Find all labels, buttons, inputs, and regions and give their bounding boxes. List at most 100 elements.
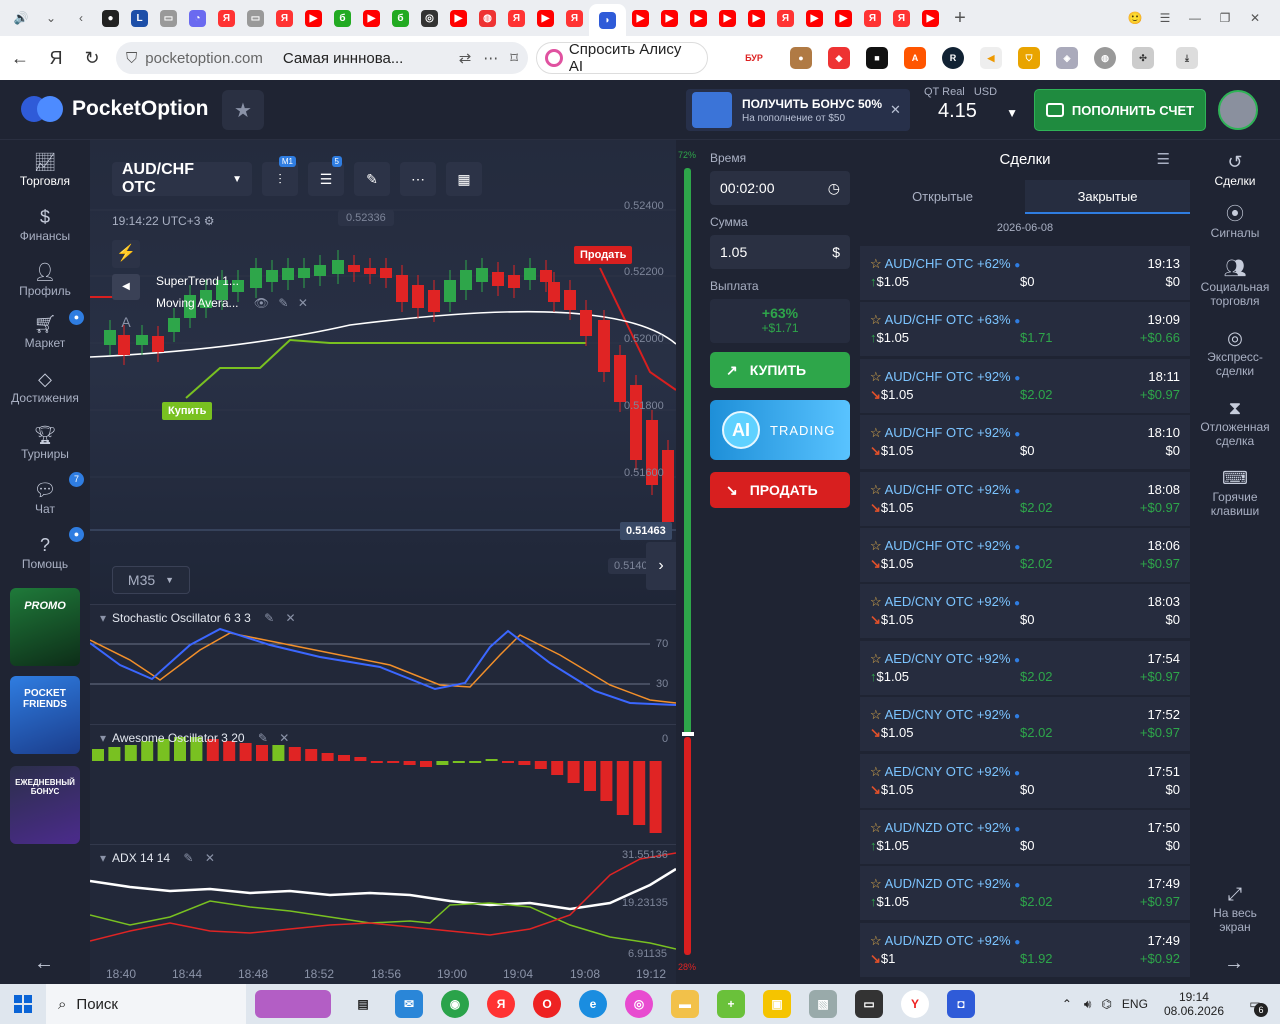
restore-icon[interactable]: ❐ [1214, 7, 1236, 29]
timeframe-selector[interactable]: M35 ▼ [112, 566, 190, 594]
youtube-icon[interactable]: ▶ [719, 9, 736, 27]
yandex-browser-icon[interactable]: Я [487, 990, 515, 1018]
trade-row[interactable]: ☆ AED/CNY OTC +92% ● 17:52 ↘$1.05 $2.02 +$0.… [860, 697, 1190, 752]
minimize-icon[interactable]: — [1184, 7, 1206, 29]
pencil-icon[interactable]: ✎ [183, 851, 193, 865]
url-field[interactable]: ⛉ pocketoption.com Самая инннова... ⇄ ⋯ … [116, 42, 528, 74]
nav-finance[interactable]: $ Финансы [0, 205, 90, 243]
tab-icon[interactable]: б [334, 9, 351, 27]
caret-down-icon[interactable]: ▾ [100, 731, 106, 745]
star-icon[interactable]: ☆ [870, 764, 882, 779]
yandex-icon[interactable]: Я [508, 9, 525, 27]
ext-puzzle-icon[interactable]: ✣ [1132, 47, 1154, 69]
trade-row[interactable]: ☆ AED/CNY OTC +92% ● 17:54 ↑$1.05 $2.02 +$0.… [860, 640, 1190, 695]
star-icon[interactable]: ☆ [870, 369, 882, 384]
drawing-button[interactable]: ✎ [354, 162, 390, 196]
trade-row[interactable]: ☆ AED/CNY OTC +92% ● 18:03 ↘$1.05 $0 $0 [860, 584, 1190, 639]
trade-row[interactable]: ☆ AUD/CHF OTC +92% ● 18:06 ↘$1.05 $2.02 +$0.… [860, 528, 1190, 582]
youtube-icon[interactable]: ▶ [632, 9, 649, 27]
caret-down-icon[interactable]: ▾ [100, 851, 106, 865]
indicators-button[interactable]: ☰ 5 [308, 156, 344, 196]
mail-icon[interactable]: ✉ [395, 990, 423, 1018]
star-icon[interactable]: ☆ [870, 594, 882, 609]
trade-row[interactable]: ☆ AED/CNY OTC +92% ● 17:51 ↘$1.05 $0 $0 [860, 753, 1190, 808]
edge-icon[interactable]: e [579, 990, 607, 1018]
opera-icon[interactable]: O [533, 990, 561, 1018]
volume-icon[interactable]: 🔊︎ [1084, 997, 1092, 1012]
yandex-icon[interactable]: Я [864, 9, 881, 27]
nav-profile[interactable]: 👤︎ Профиль [0, 260, 90, 298]
adx-panel[interactable]: ▾ ADX 14 14 ✎ ✕ 31.55136 19.23135 6.91135 [90, 844, 676, 964]
nav-pending[interactable]: ⧗ Отложенная сделка [1190, 396, 1280, 448]
price-chart[interactable]: AUD/CHF OTC ▼ ⫶ M1 ☰ 5 ✎ ⋯ ▦ 19:14:22 UTC+3… [90, 140, 676, 604]
task-view-icon[interactable]: ▤ [349, 990, 377, 1018]
pencil-icon[interactable]: ✎ [278, 296, 288, 310]
buy-button[interactable]: ↗ КУПИТЬ [710, 352, 850, 388]
star-icon[interactable]: ☆ [870, 933, 882, 948]
star-icon[interactable]: ☆ [870, 256, 882, 271]
tab-icon[interactable]: б [392, 9, 409, 27]
trade-row[interactable]: ☆ AUD/NZD OTC +92% ● 17:50 ↑$1.05 $0 $0 [860, 810, 1190, 864]
clock[interactable]: 19:14 08.06.2026 [1164, 990, 1224, 1018]
lc-icon[interactable]: L [131, 9, 148, 27]
back-tabs-icon[interactable]: ‹ [70, 7, 92, 29]
pair-selector[interactable]: AUD/CHF OTC ▼ [112, 161, 252, 196]
star-icon[interactable]: ☆ [870, 651, 882, 666]
language-indicator[interactable]: ENG [1122, 997, 1148, 1011]
list-icon[interactable]: ☰ [1157, 140, 1170, 180]
download-icon[interactable]: ⤓ [1176, 47, 1198, 69]
yandex-icon[interactable]: Я [777, 9, 794, 27]
tab-open[interactable]: Открытые [860, 180, 1025, 214]
trade-row[interactable]: ☆ AUD/CHF OTC +63% ● 19:09 ↑$1.05 $1.71 +$0.… [860, 302, 1190, 357]
yandex-logo-icon[interactable]: Я [40, 42, 72, 74]
remove-icon[interactable]: ✕ [205, 851, 215, 865]
indicator-supertrend[interactable]: SuperTrend 1... [156, 274, 239, 288]
avatar[interactable] [1218, 90, 1258, 130]
nav-express[interactable]: ◎ Экспресс-сделки [1190, 326, 1280, 378]
folder-icon[interactable]: ▬ [671, 990, 699, 1018]
youtube-icon[interactable]: ▶ [806, 9, 823, 27]
doc-icon[interactable]: ▭ [160, 9, 177, 27]
tab-icon[interactable]: ◎ [421, 9, 438, 27]
collapse-arrow-icon[interactable]: ← [34, 952, 54, 975]
doc-icon[interactable]: ▭ [247, 9, 264, 27]
nav-social[interactable]: 👥︎ Социальная торговля [1190, 256, 1280, 308]
tab-icon[interactable]: ◍ [479, 9, 496, 27]
ext-shield-icon[interactable]: ⛉ [1018, 47, 1040, 69]
trade-row[interactable]: ☆ AUD/CHF OTC +92% ● 18:11 ↘$1.05 $2.02 +$0.… [860, 358, 1190, 413]
youtube-icon[interactable]: ▶ [835, 9, 852, 27]
ext-black-icon[interactable]: ■ [866, 47, 888, 69]
tab-closed[interactable]: Закрытые [1025, 180, 1190, 214]
ai-trading-button[interactable]: AI TRADING [710, 400, 850, 460]
youtube-icon[interactable]: ▶ [450, 9, 467, 27]
star-icon[interactable]: ☆ [870, 538, 882, 553]
photo-app-icon[interactable]: ▧ [809, 990, 837, 1018]
reload-icon[interactable]: ↻ [76, 42, 108, 74]
pencil-icon[interactable]: ✎ [264, 611, 274, 625]
youtube-icon[interactable]: ▶ [305, 9, 322, 27]
windows-start-icon[interactable] [0, 984, 46, 1024]
alice-button[interactable]: Спросить Алису AI [536, 41, 708, 75]
ext-bur-icon[interactable]: БУР [734, 47, 774, 69]
close-icon[interactable]: ✕ [1244, 7, 1266, 29]
stochastic-panel[interactable]: ▾ Stochastic Oscillator 6 3 3 ✎ ✕ 70 30 [90, 604, 676, 724]
yandex-icon[interactable]: Я [566, 9, 583, 27]
ext-pdf-icon[interactable]: A [904, 47, 926, 69]
star-icon[interactable]: ★ [222, 90, 264, 130]
menu-icon[interactable]: ☰ [1154, 7, 1176, 29]
youtube-icon[interactable]: ▶ [748, 9, 765, 27]
nav-signals[interactable]: ⦿ Сигналы [1190, 202, 1280, 240]
layout-button[interactable]: ▦ [446, 162, 482, 196]
yandex-app-icon[interactable]: Y [901, 990, 929, 1018]
nav-fullscreen[interactable]: ⤢ На весь экран [1190, 882, 1280, 934]
eye-icon[interactable]: 👁︎ [254, 296, 269, 310]
nav-trading[interactable]: 📈︎ Торговля [0, 150, 90, 188]
more-icon[interactable]: ⋯ [483, 49, 498, 67]
app-icon[interactable]: ◎ [625, 990, 653, 1018]
remove-icon[interactable]: ✕ [286, 611, 296, 625]
text-tool-icon[interactable]: A [112, 308, 140, 336]
ext-globe-icon[interactable]: ◍ [1094, 47, 1116, 69]
notifications-icon[interactable]: ▭ 6 [1240, 989, 1270, 1019]
collapse-indicators-icon[interactable]: ◀ [112, 274, 140, 300]
chevron-down-icon[interactable]: ⌄ [40, 7, 62, 29]
